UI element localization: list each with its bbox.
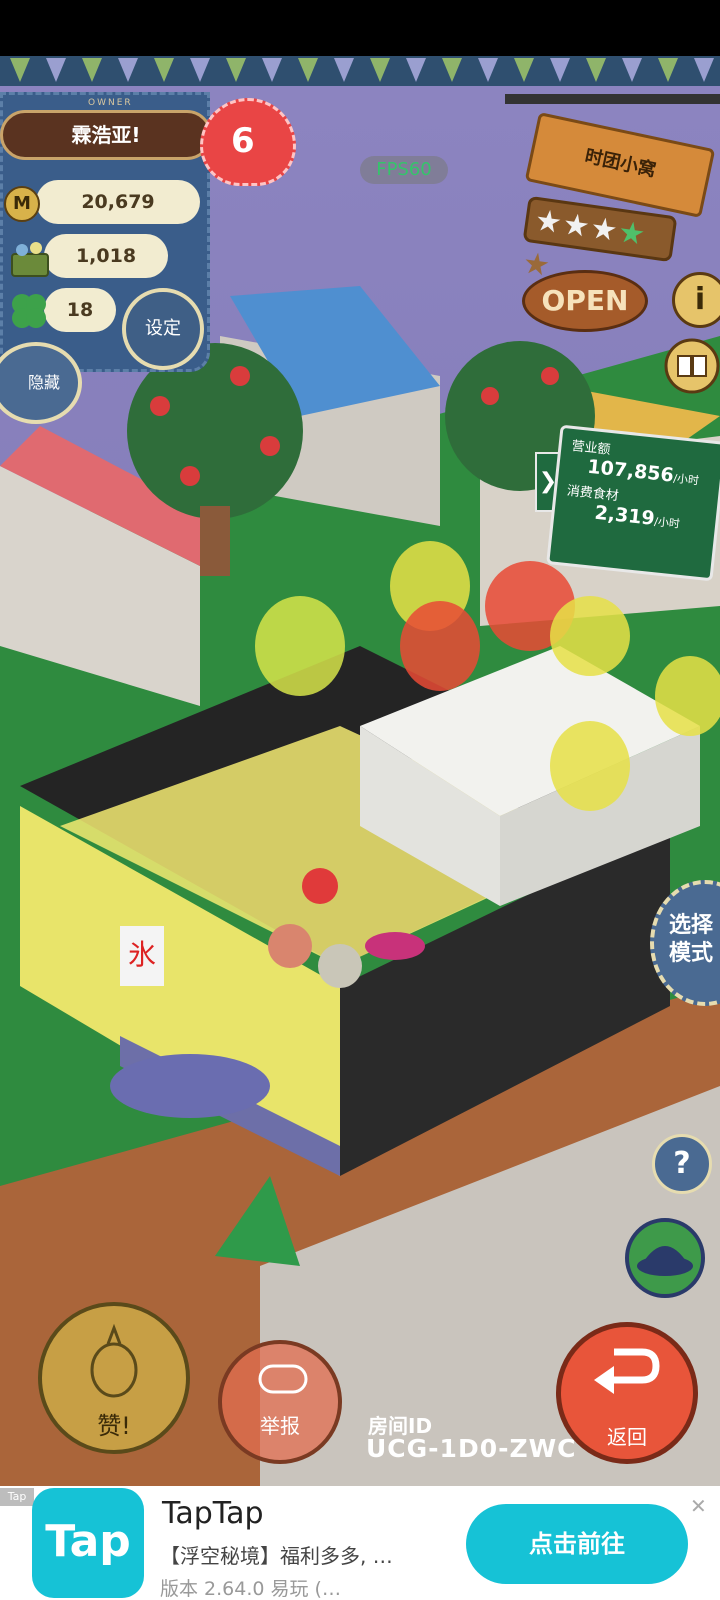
earnings-board: 营业额 107,856/小时 消费食材 2,319/小时 bbox=[546, 424, 720, 582]
whistle-icon bbox=[258, 1364, 308, 1394]
food-basket-icon bbox=[11, 242, 49, 277]
taptap-app-icon[interactable]: Tap bbox=[32, 1488, 144, 1598]
ad-subtitle: 【浮空秘境】福利多多, … bbox=[160, 1544, 393, 1568]
coin-icon: M bbox=[4, 186, 40, 222]
food-consumed-unit: /小时 bbox=[653, 514, 681, 531]
help-button[interactable]: ? bbox=[652, 1134, 712, 1194]
info-button[interactable]: i bbox=[672, 272, 720, 328]
fps-indicator: FPS60 bbox=[360, 156, 448, 184]
return-arrow-icon bbox=[594, 1348, 660, 1394]
ad-version: 版本 2.64.0 易玩 (… bbox=[160, 1578, 341, 1600]
owner-tag: OWNER bbox=[88, 98, 133, 108]
status-bar bbox=[0, 0, 720, 56]
coins-counter: 20,679 bbox=[36, 180, 200, 224]
open-status-sign: OPEN bbox=[522, 270, 648, 332]
star-icon bbox=[590, 216, 617, 243]
guide-book-button[interactable] bbox=[664, 338, 720, 394]
revenue-unit: /小时 bbox=[672, 471, 700, 488]
star-empty-icon bbox=[523, 251, 550, 278]
star-icon bbox=[563, 212, 590, 239]
clover-icon bbox=[12, 294, 46, 328]
svg-text:氷: 氷 bbox=[128, 938, 156, 971]
clover-counter: 18 bbox=[44, 288, 116, 332]
ad-title: TapTap bbox=[162, 1496, 264, 1531]
ad-close-icon[interactable]: ✕ bbox=[690, 1494, 707, 1518]
ad-tag: Tap bbox=[0, 1488, 34, 1506]
explore-hat-button[interactable] bbox=[624, 1214, 706, 1302]
acorn-icon bbox=[90, 1323, 138, 1398]
room-id-value: UCG-1D0-ZWC bbox=[366, 1434, 577, 1463]
owner-name: 霖浩亚! bbox=[0, 110, 212, 160]
star-icon bbox=[618, 220, 645, 247]
sign-bracket bbox=[505, 94, 720, 104]
settings-button[interactable]: 设定 bbox=[122, 288, 204, 370]
food-counter: 1,018 bbox=[44, 234, 168, 278]
ad-cta-button[interactable]: 点击前往 bbox=[466, 1504, 688, 1584]
star-icon bbox=[535, 208, 562, 235]
level-heart-badge: 6 bbox=[200, 98, 296, 186]
bunting-decoration bbox=[0, 56, 720, 86]
